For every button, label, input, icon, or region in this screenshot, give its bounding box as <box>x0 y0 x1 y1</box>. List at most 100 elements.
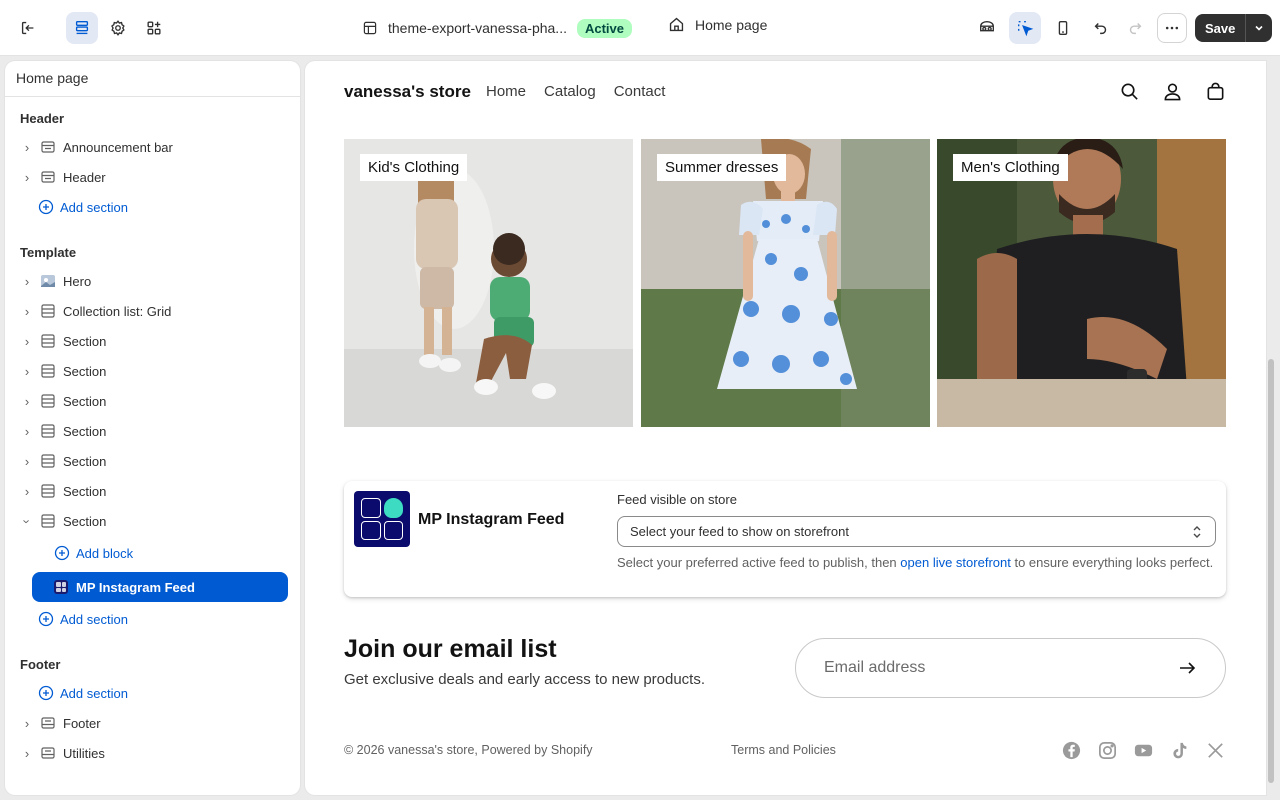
chevron-right-icon: › <box>24 745 30 761</box>
sidebar-item-section[interactable]: › Section <box>20 479 107 503</box>
section-icon <box>40 423 56 439</box>
sidebar-item-label: Section <box>63 483 107 499</box>
kids-clothing-image <box>344 139 633 427</box>
sidebar-item-utilities[interactable]: › Utilities <box>20 741 105 765</box>
sidebar-item-section[interactable]: › Section <box>20 329 107 353</box>
sidebar-item-section[interactable]: › Section <box>20 449 107 473</box>
plus-circle-icon <box>54 545 70 561</box>
add-block-label: Add block <box>76 545 134 561</box>
arrow-right-icon[interactable] <box>1177 658 1197 678</box>
section-icon <box>40 453 56 469</box>
sidebar-item-label: Section <box>63 423 107 439</box>
mobile-view-icon[interactable] <box>1047 12 1079 44</box>
email-field[interactable]: Email address <box>795 638 1226 698</box>
sidebar-item-footer[interactable]: › Footer <box>20 711 101 735</box>
chevron-right-icon: › <box>24 333 30 349</box>
sidebar-item-mp-instagram-feed[interactable]: MP Instagram Feed <box>32 572 288 602</box>
collection-card-kids[interactable]: Kid's Clothing <box>344 139 633 427</box>
sidebar-item-announcement-bar[interactable]: › Announcement bar <box>20 135 173 159</box>
add-block-button[interactable]: Add block <box>54 542 133 564</box>
chevron-right-icon: › <box>24 139 30 155</box>
sidebar-item-hero[interactable]: › Hero <box>20 269 91 293</box>
section-icon <box>40 513 56 529</box>
redo-icon[interactable] <box>1119 12 1151 44</box>
layout-icon <box>363 21 377 35</box>
section-icon <box>40 715 56 731</box>
save-group: Save <box>1195 14 1273 42</box>
feed-select-value: Select your feed to show on storefront <box>630 524 849 539</box>
apps-icon[interactable] <box>138 12 170 44</box>
tiktok-icon[interactable] <box>1169 740 1190 761</box>
inspector-icon[interactable] <box>971 12 1003 44</box>
nav-link-contact[interactable]: Contact <box>614 83 666 100</box>
scrollbar-thumb[interactable] <box>1268 359 1274 783</box>
sidebar-item-section[interactable]: › Section <box>20 389 107 413</box>
plus-circle-icon <box>38 199 54 215</box>
help-text-end: to ensure everything looks perfect. <box>1010 555 1214 570</box>
store-logo[interactable]: vanessa's store <box>344 82 471 102</box>
facebook-icon[interactable] <box>1061 740 1082 761</box>
section-icon <box>40 303 56 319</box>
chevron-down-icon[interactable] <box>1246 14 1272 42</box>
header-icons <box>1119 81 1226 102</box>
page-name: Home page <box>695 16 768 33</box>
collection-card-mens[interactable]: Men's Clothing <box>937 139 1226 427</box>
sidebar-item-section[interactable]: › Section <box>20 359 107 383</box>
add-section-label: Add section <box>60 611 128 627</box>
section-icon <box>40 139 56 155</box>
nav-link-catalog[interactable]: Catalog <box>544 83 596 100</box>
exit-icon[interactable] <box>12 12 44 44</box>
feed-select[interactable]: Select your feed to show on storefront <box>617 516 1216 547</box>
sidebar-item-section-expanded[interactable]: › Section <box>20 509 107 533</box>
select-element-icon[interactable] <box>1009 12 1041 44</box>
sidebar-item-label: Section <box>63 393 107 409</box>
chevron-right-icon: › <box>24 453 30 469</box>
search-icon[interactable] <box>1119 81 1140 102</box>
theme-selector[interactable]: theme-export-vanessa-pha... Active <box>362 16 633 40</box>
x-twitter-icon[interactable] <box>1205 740 1226 761</box>
page-selector[interactable]: Home page <box>668 16 767 33</box>
sidebar-item-label: Header <box>63 169 106 185</box>
summer-dresses-image <box>641 139 930 427</box>
group-title-footer: Footer <box>20 657 61 672</box>
sidebar-item-section[interactable]: › Section <box>20 419 107 443</box>
plus-circle-icon <box>38 611 54 627</box>
sidebar-item-header[interactable]: › Header <box>20 165 106 189</box>
section-icon <box>40 333 56 349</box>
instagram-icon[interactable] <box>1097 740 1118 761</box>
cart-icon[interactable] <box>1205 81 1226 102</box>
add-section-button[interactable]: Add section <box>38 682 128 704</box>
sidebar-item-label: Section <box>63 513 107 529</box>
collection-title: Men's Clothing <box>953 154 1068 181</box>
theme-name: theme-export-vanessa-pha... <box>388 20 567 36</box>
youtube-icon[interactable] <box>1133 740 1154 761</box>
sections-icon[interactable] <box>66 12 98 44</box>
undo-icon[interactable] <box>1085 12 1117 44</box>
account-icon[interactable] <box>1162 81 1183 102</box>
gear-icon[interactable] <box>102 12 134 44</box>
nav-link-home[interactable]: Home <box>486 83 526 100</box>
sidebar-item-label: Section <box>63 453 107 469</box>
chevron-right-icon: › <box>24 169 30 185</box>
terms-link[interactable]: Terms and Policies <box>731 743 836 757</box>
status-badge: Active <box>576 18 633 38</box>
preview-scrollbar[interactable] <box>1267 61 1275 795</box>
collection-card-dresses[interactable]: Summer dresses <box>641 139 930 427</box>
instagram-feed-block[interactable]: MP Instagram Feed Feed visible on store … <box>344 481 1226 597</box>
section-icon <box>40 483 56 499</box>
add-section-button[interactable]: Add section <box>38 608 128 630</box>
sidebar-item-label: Footer <box>63 715 101 731</box>
mens-clothing-image <box>937 139 1226 427</box>
sidebar-item-collection-list[interactable]: › Collection list: Grid <box>20 299 172 323</box>
chevron-right-icon: › <box>24 483 30 499</box>
home-icon <box>669 17 684 32</box>
more-options-icon[interactable] <box>1157 13 1187 43</box>
feed-help-text: Select your preferred active feed to pub… <box>617 555 1217 571</box>
feed-select-label: Feed visible on store <box>617 492 737 507</box>
newsletter-subtitle: Get exclusive deals and early access to … <box>344 671 706 688</box>
sections-sidebar: Home page Header › Announcement bar › He… <box>5 61 300 795</box>
add-section-button[interactable]: Add section <box>38 196 128 218</box>
storefront-preview: vanessa's store Home Catalog Contact Kid… <box>305 61 1266 795</box>
save-button[interactable]: Save <box>1195 14 1247 42</box>
open-live-storefront-link[interactable]: open live storefront <box>900 555 1011 570</box>
